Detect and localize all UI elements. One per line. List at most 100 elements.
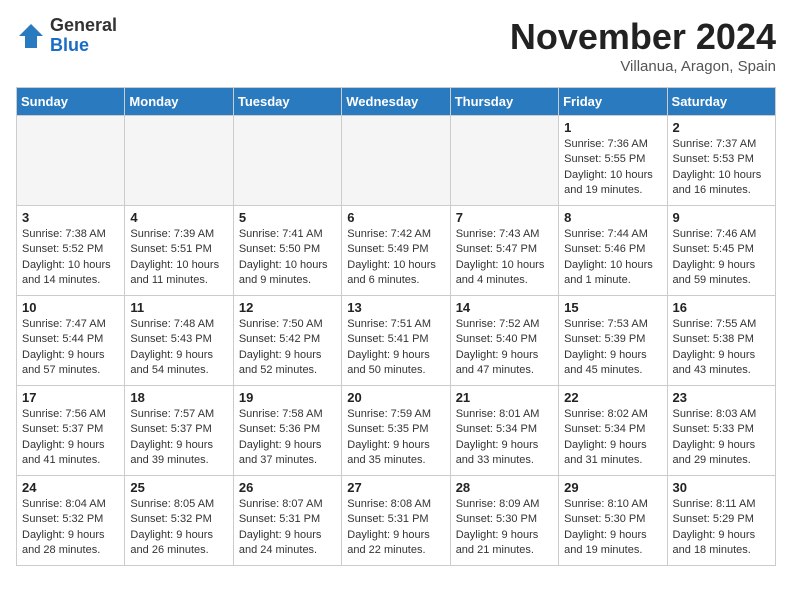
calendar-day-cell: 29Sunrise: 8:10 AM Sunset: 5:30 PM Dayli… (559, 476, 667, 566)
calendar-day-cell: 14 Sunrise: 7:52 AM Sunset: 5:40 PM Dayli… (450, 296, 558, 386)
day-number: 18 (130, 390, 227, 405)
day-info: Sunrise: 7:42 AM Sunset: 5:49 PM Dayligh… (347, 227, 444, 289)
day-info: Sunrise: 7:59 AM Sunset: 5:35 PM Dayligh… (347, 407, 444, 469)
calendar-day-cell: 12Sunrise: 7:50 AM Sunset: 5:42 PM Dayli… (233, 296, 341, 386)
calendar-day-cell: 15Sunrise: 7:53 AM Sunset: 5:39 PM Dayli… (559, 296, 667, 386)
day-number: 26 (239, 480, 336, 495)
calendar-day-cell (17, 116, 125, 206)
calendar-day-cell: 2 Sunrise: 7:37 AM Sunset: 5:53 PM Daylig… (667, 116, 775, 206)
day-number: 17 (22, 390, 119, 405)
calendar-week-row: 3 Sunrise: 7:38 AM Sunset: 5:52 PM Daylig… (17, 206, 776, 296)
calendar-day-cell: 21 Sunrise: 8:01 AM Sunset: 5:34 PM Dayli… (450, 386, 558, 476)
day-number: 22 (564, 390, 661, 405)
day-number: 8 (564, 210, 661, 225)
weekday-header: Thursday (450, 88, 558, 116)
title-block: November 2024 Villanua, Aragon, Spain (510, 16, 776, 75)
day-info: Sunrise: 8:04 AM Sunset: 5:32 PM Dayligh… (22, 497, 119, 559)
calendar-day-cell: 22 Sunrise: 8:02 AM Sunset: 5:34 PM Dayli… (559, 386, 667, 476)
logo: General Blue (16, 16, 117, 56)
calendar-header-row: SundayMondayTuesdayWednesdayThursdayFrid… (17, 88, 776, 116)
month-title: November 2024 (510, 16, 776, 58)
day-info: Sunrise: 7:47 AM Sunset: 5:44 PM Dayligh… (22, 317, 119, 379)
day-number: 2 (673, 120, 770, 135)
calendar-day-cell: 23 Sunrise: 8:03 AM Sunset: 5:33 PM Dayli… (667, 386, 775, 476)
day-info: Sunrise: 7:38 AM Sunset: 5:52 PM Dayligh… (22, 227, 119, 289)
day-info: Sunrise: 8:03 AM Sunset: 5:33 PM Dayligh… (673, 407, 770, 469)
calendar-day-cell: 20 Sunrise: 7:59 AM Sunset: 5:35 PM Dayli… (342, 386, 450, 476)
logo-blue-text: Blue (50, 35, 89, 55)
day-info: Sunrise: 7:57 AM Sunset: 5:37 PM Dayligh… (130, 407, 227, 469)
day-number: 11 (130, 300, 227, 315)
calendar-day-cell: 3 Sunrise: 7:38 AM Sunset: 5:52 PM Daylig… (17, 206, 125, 296)
day-info: Sunrise: 7:48 AM Sunset: 5:43 PM Dayligh… (130, 317, 227, 379)
day-info: Sunrise: 7:58 AM Sunset: 5:36 PM Dayligh… (239, 407, 336, 469)
calendar-day-cell: 10 Sunrise: 7:47 AM Sunset: 5:44 PM Dayli… (17, 296, 125, 386)
calendar-day-cell: 6 Sunrise: 7:42 AM Sunset: 5:49 PM Daylig… (342, 206, 450, 296)
weekday-header: Friday (559, 88, 667, 116)
calendar-week-row: 10 Sunrise: 7:47 AM Sunset: 5:44 PM Dayli… (17, 296, 776, 386)
day-info: Sunrise: 7:52 AM Sunset: 5:40 PM Dayligh… (456, 317, 553, 379)
day-info: Sunrise: 8:11 AM Sunset: 5:29 PM Dayligh… (673, 497, 770, 559)
page-header: General Blue November 2024 Villanua, Ara… (16, 16, 776, 75)
location-text: Villanua, Aragon, Spain (510, 58, 776, 75)
calendar-table: SundayMondayTuesdayWednesdayThursdayFrid… (16, 87, 776, 566)
weekday-header: Monday (125, 88, 233, 116)
day-info: Sunrise: 7:55 AM Sunset: 5:38 PM Dayligh… (673, 317, 770, 379)
day-info: Sunrise: 8:01 AM Sunset: 5:34 PM Dayligh… (456, 407, 553, 469)
day-info: Sunrise: 8:05 AM Sunset: 5:32 PM Dayligh… (130, 497, 227, 559)
calendar-day-cell (450, 116, 558, 206)
calendar-day-cell: 11 Sunrise: 7:48 AM Sunset: 5:43 PM Dayli… (125, 296, 233, 386)
calendar-day-cell: 13 Sunrise: 7:51 AM Sunset: 5:41 PM Dayli… (342, 296, 450, 386)
day-number: 28 (456, 480, 553, 495)
day-number: 7 (456, 210, 553, 225)
day-number: 20 (347, 390, 444, 405)
day-info: Sunrise: 8:09 AM Sunset: 5:30 PM Dayligh… (456, 497, 553, 559)
logo-icon (16, 21, 46, 51)
day-info: Sunrise: 7:39 AM Sunset: 5:51 PM Dayligh… (130, 227, 227, 289)
calendar-day-cell: 28 Sunrise: 8:09 AM Sunset: 5:30 PM Dayli… (450, 476, 558, 566)
weekday-header: Tuesday (233, 88, 341, 116)
calendar-day-cell: 18 Sunrise: 7:57 AM Sunset: 5:37 PM Dayli… (125, 386, 233, 476)
calendar-day-cell (233, 116, 341, 206)
calendar-day-cell: 24 Sunrise: 8:04 AM Sunset: 5:32 PM Dayli… (17, 476, 125, 566)
day-number: 16 (673, 300, 770, 315)
day-number: 13 (347, 300, 444, 315)
day-number: 3 (22, 210, 119, 225)
day-number: 12 (239, 300, 336, 315)
logo-general-text: General (50, 15, 117, 35)
day-number: 6 (347, 210, 444, 225)
weekday-header: Saturday (667, 88, 775, 116)
day-number: 29 (564, 480, 661, 495)
day-number: 30 (673, 480, 770, 495)
calendar-day-cell: 27 Sunrise: 8:08 AM Sunset: 5:31 PM Dayli… (342, 476, 450, 566)
calendar-week-row: 17Sunrise: 7:56 AM Sunset: 5:37 PM Dayli… (17, 386, 776, 476)
calendar-day-cell (342, 116, 450, 206)
day-info: Sunrise: 8:07 AM Sunset: 5:31 PM Dayligh… (239, 497, 336, 559)
day-info: Sunrise: 7:51 AM Sunset: 5:41 PM Dayligh… (347, 317, 444, 379)
day-number: 25 (130, 480, 227, 495)
day-number: 14 (456, 300, 553, 315)
day-info: Sunrise: 7:36 AM Sunset: 5:55 PM Dayligh… (564, 137, 661, 199)
calendar-day-cell (125, 116, 233, 206)
calendar-day-cell: 26 Sunrise: 8:07 AM Sunset: 5:31 PM Dayli… (233, 476, 341, 566)
day-number: 21 (456, 390, 553, 405)
calendar-day-cell: 9 Sunrise: 7:46 AM Sunset: 5:45 PM Daylig… (667, 206, 775, 296)
day-number: 24 (22, 480, 119, 495)
day-number: 23 (673, 390, 770, 405)
day-number: 15 (564, 300, 661, 315)
day-info: Sunrise: 8:02 AM Sunset: 5:34 PM Dayligh… (564, 407, 661, 469)
day-info: Sunrise: 7:37 AM Sunset: 5:53 PM Dayligh… (673, 137, 770, 199)
calendar-day-cell: 8Sunrise: 7:44 AM Sunset: 5:46 PM Daylig… (559, 206, 667, 296)
calendar-day-cell: 1 Sunrise: 7:36 AM Sunset: 5:55 PM Daylig… (559, 116, 667, 206)
day-number: 5 (239, 210, 336, 225)
calendar-day-cell: 4 Sunrise: 7:39 AM Sunset: 5:51 PM Daylig… (125, 206, 233, 296)
weekday-header: Sunday (17, 88, 125, 116)
day-number: 4 (130, 210, 227, 225)
day-number: 19 (239, 390, 336, 405)
day-number: 9 (673, 210, 770, 225)
day-number: 27 (347, 480, 444, 495)
day-info: Sunrise: 8:08 AM Sunset: 5:31 PM Dayligh… (347, 497, 444, 559)
day-number: 10 (22, 300, 119, 315)
day-number: 1 (564, 120, 661, 135)
day-info: Sunrise: 7:46 AM Sunset: 5:45 PM Dayligh… (673, 227, 770, 289)
